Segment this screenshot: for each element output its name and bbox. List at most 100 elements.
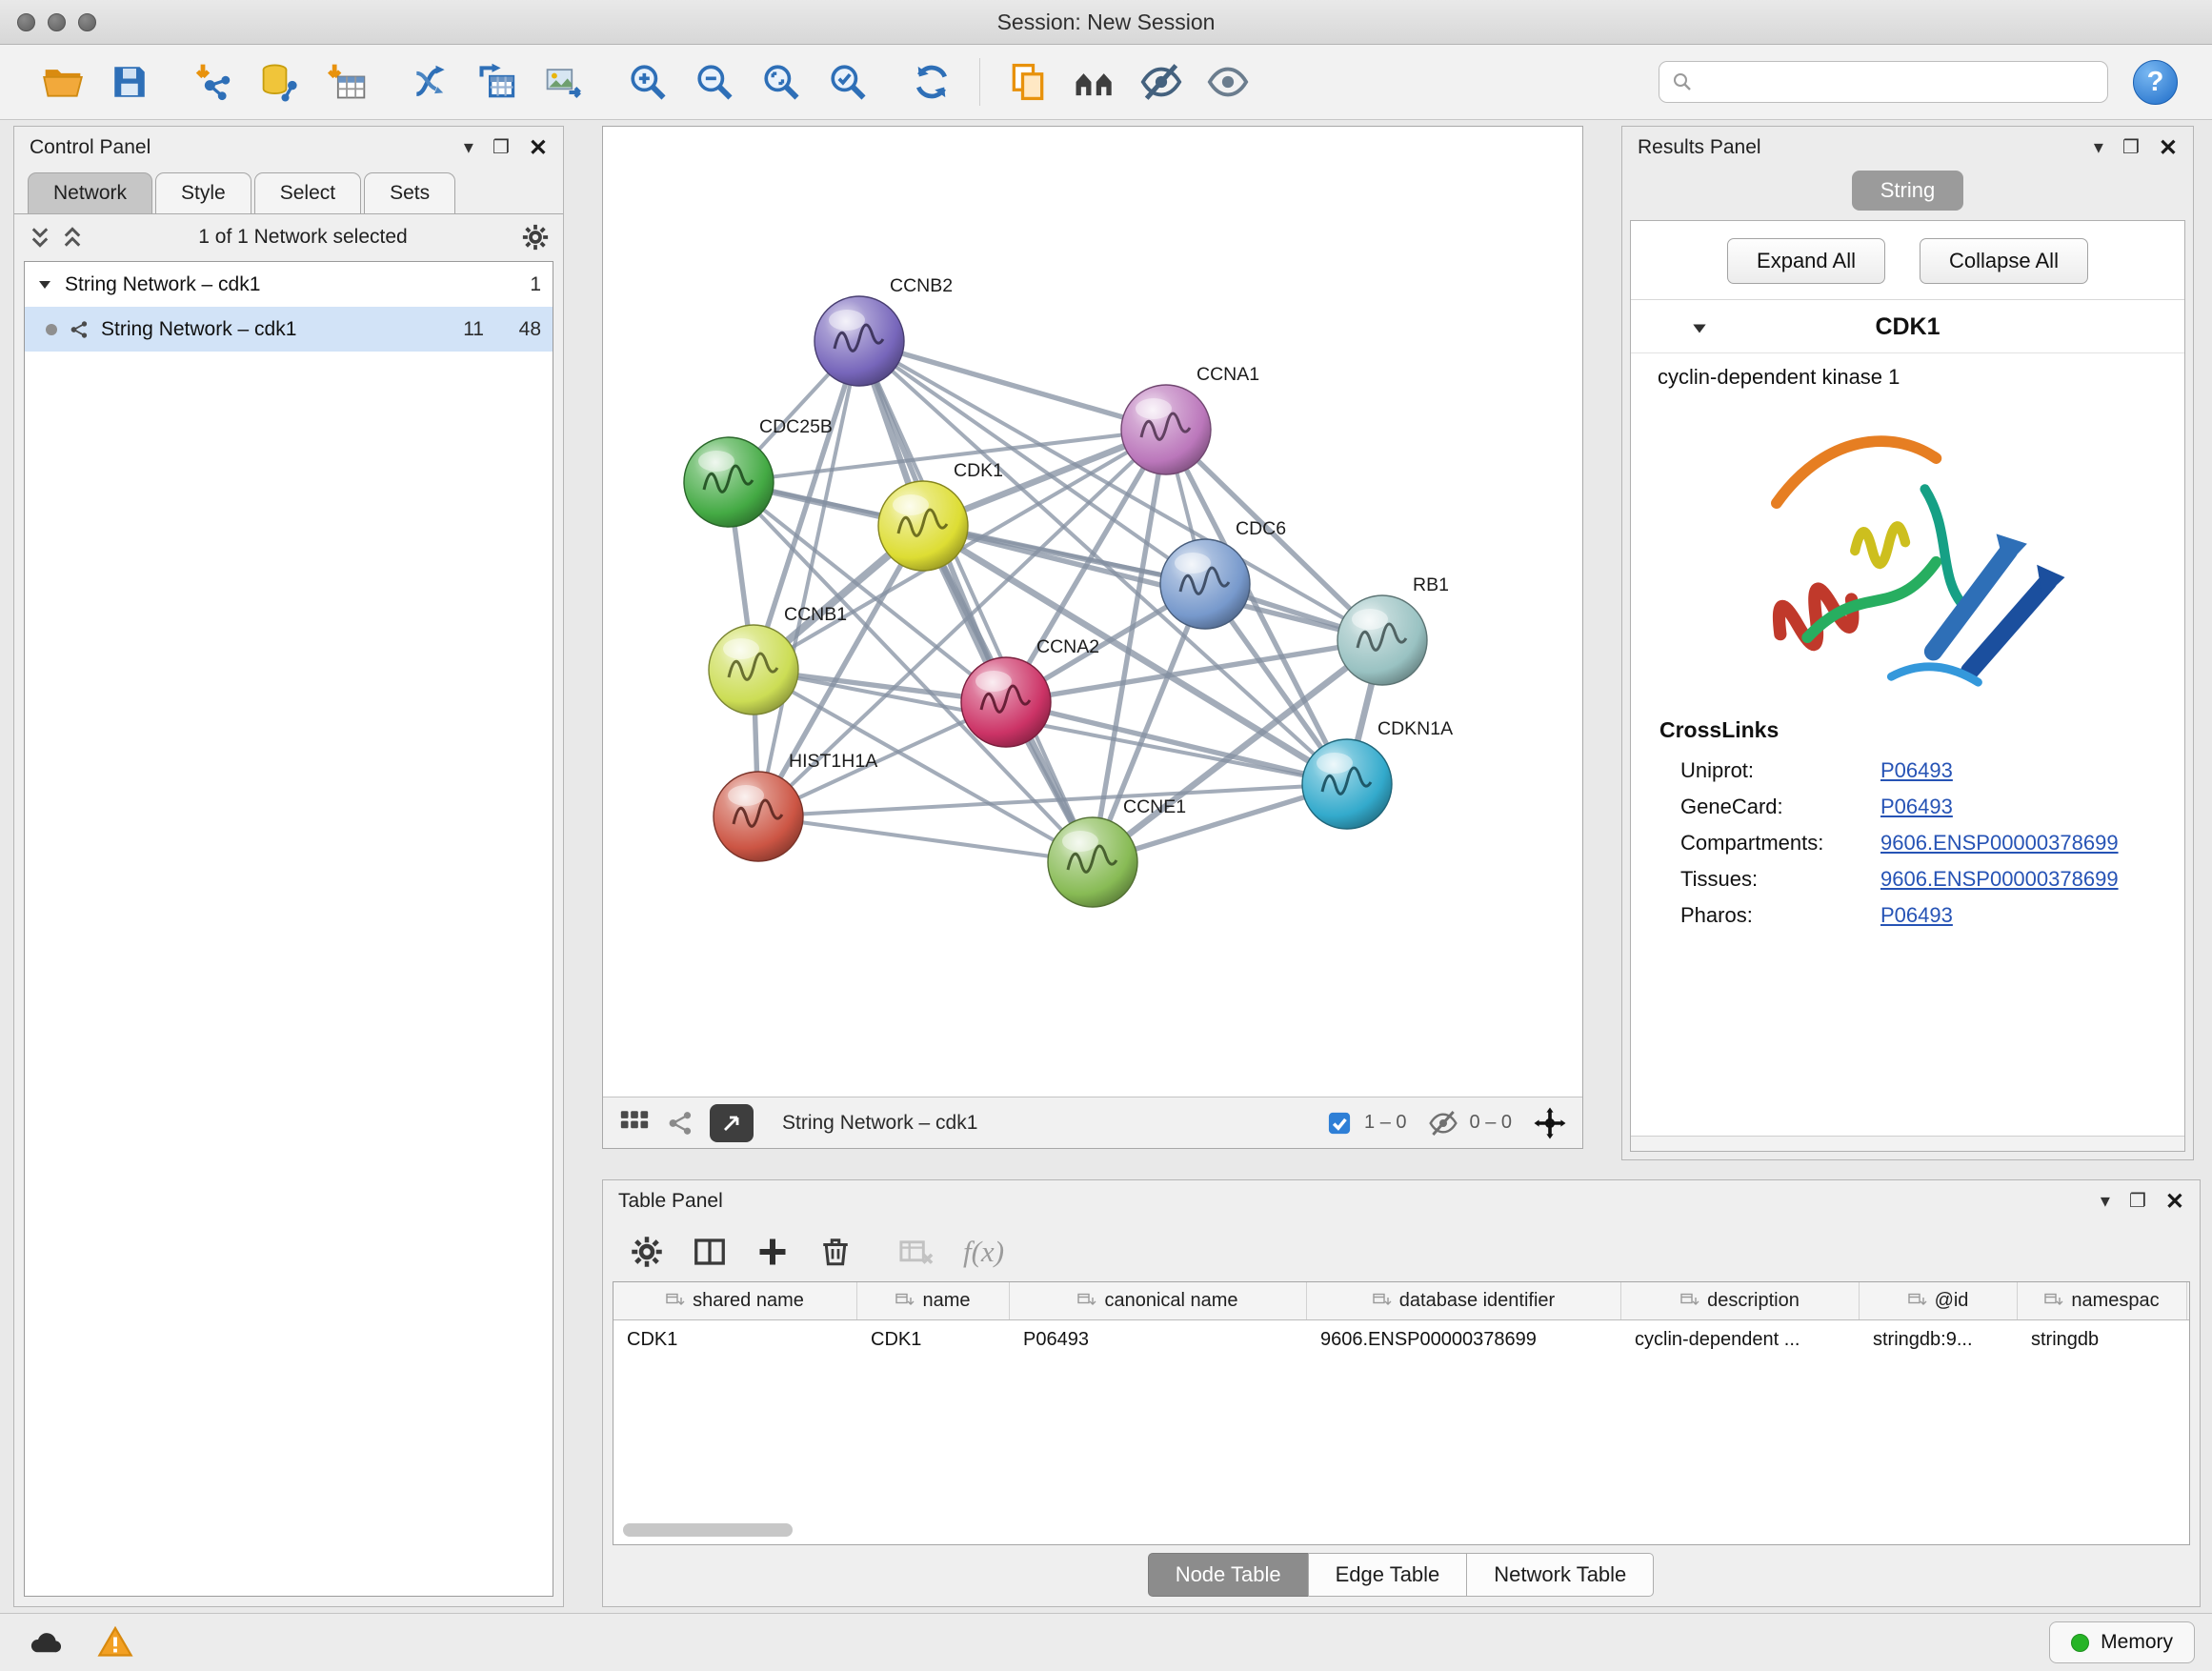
column-header-label: shared name <box>693 1290 804 1312</box>
network-edge[interactable] <box>758 341 859 816</box>
node-highlight <box>893 494 929 515</box>
crosslink-value-link[interactable]: 9606.ENSP00000378699 <box>1880 867 2119 892</box>
share-view-icon[interactable] <box>666 1109 694 1137</box>
results-float-icon[interactable]: ❐ <box>2122 138 2140 157</box>
node-count: 11 <box>438 318 484 341</box>
gene-section-header[interactable]: CDK1 <box>1631 300 2184 353</box>
network-row[interactable]: String Network – cdk1 11 48 <box>25 307 553 352</box>
tab-sets[interactable]: Sets <box>364 172 455 213</box>
table-menu-icon[interactable]: ▾ <box>2101 1192 2110 1211</box>
network-collection-row[interactable]: String Network – cdk1 1 <box>25 262 553 307</box>
network-edge[interactable] <box>859 341 1093 862</box>
column-sort-icon <box>2044 1293 2063 1309</box>
zoom-in-button[interactable] <box>621 55 674 109</box>
delete-column-icon[interactable] <box>818 1235 853 1269</box>
panel-float-icon[interactable]: ❐ <box>493 138 510 157</box>
network-arrows-icon <box>410 61 452 103</box>
first-neighbors-button[interactable] <box>1068 55 1121 109</box>
network-view-title: String Network – cdk1 <box>782 1112 977 1135</box>
refresh-view-button[interactable] <box>905 55 958 109</box>
expand-all-button[interactable]: Expand All <box>1727 238 1885 284</box>
table-close-icon[interactable]: ✕ <box>2165 1188 2184 1216</box>
tab-node-table[interactable]: Node Table <box>1148 1553 1309 1597</box>
crosslink-value-link[interactable]: P06493 <box>1880 758 1953 783</box>
clone-network-button[interactable] <box>471 55 524 109</box>
hidden-eye-slash-icon[interactable] <box>1428 1108 1458 1138</box>
column-header--id[interactable]: @id <box>1860 1282 2018 1319</box>
table-gear-icon[interactable] <box>630 1235 664 1269</box>
copy-document-button[interactable] <box>1001 55 1055 109</box>
import-network-file-button[interactable] <box>187 55 240 109</box>
results-menu-icon[interactable]: ▾ <box>2094 138 2103 157</box>
open-in-new-button[interactable] <box>710 1104 754 1142</box>
column-header-database-identifier[interactable]: database identifier <box>1307 1282 1621 1319</box>
export-image-button[interactable] <box>537 55 591 109</box>
node-label: CCNA1 <box>1196 364 1259 385</box>
crosslink-value-link[interactable]: P06493 <box>1880 795 1953 819</box>
node-label: CCNB2 <box>890 275 953 296</box>
function-builder-button[interactable]: f(x) <box>963 1235 1004 1269</box>
collapse-all-button[interactable]: Collapse All <box>1920 238 2088 284</box>
column-header-namespac[interactable]: namespac <box>2018 1282 2187 1319</box>
import-table-button[interactable] <box>320 55 373 109</box>
cloud-status-button[interactable] <box>17 1621 72 1663</box>
crosslink-label: Pharos: <box>1680 903 1880 928</box>
help-button[interactable]: ? <box>2133 60 2178 105</box>
grid-view-icon[interactable] <box>618 1107 651 1139</box>
import-network-database-button[interactable] <box>253 55 307 109</box>
network-edge[interactable] <box>923 526 1382 640</box>
warnings-button[interactable] <box>88 1621 143 1663</box>
hide-selected-button[interactable] <box>1135 55 1188 109</box>
open-session-button[interactable] <box>36 55 90 109</box>
zoom-fit-button[interactable] <box>754 55 808 109</box>
zoom-selected-button[interactable] <box>821 55 875 109</box>
column-header-shared-name[interactable]: shared name <box>613 1282 857 1319</box>
selected-checkbox-icon[interactable] <box>1326 1110 1353 1137</box>
column-header-description[interactable]: description <box>1621 1282 1860 1319</box>
save-session-button[interactable] <box>103 55 156 109</box>
tab-style[interactable]: Style <box>155 172 251 213</box>
zoom-out-icon <box>694 61 735 103</box>
network-edge[interactable] <box>758 816 1093 862</box>
tab-edge-table[interactable]: Edge Table <box>1308 1553 1468 1597</box>
expand-all-icon[interactable] <box>60 225 85 250</box>
close-window-button[interactable] <box>17 13 35 31</box>
gene-disclosure-icon[interactable] <box>1690 319 1709 338</box>
disclosure-triangle-icon[interactable] <box>36 276 53 293</box>
network-graph: CCNB2CCNA1CDC25BCDK1CDC6RB1CCNB1CCNA2CDK… <box>603 127 1582 1097</box>
panel-menu-icon[interactable]: ▾ <box>464 138 473 157</box>
show-columns-icon[interactable] <box>693 1235 727 1269</box>
crosslink-label: GeneCard: <box>1680 795 1880 819</box>
column-header-canonical-name[interactable]: canonical name <box>1010 1282 1307 1319</box>
gear-icon[interactable] <box>521 223 550 252</box>
table-float-icon[interactable]: ❐ <box>2129 1192 2146 1211</box>
maximize-window-button[interactable] <box>78 13 96 31</box>
tab-string[interactable]: String <box>1852 171 1963 211</box>
zoom-fit-icon <box>760 61 802 103</box>
results-scrollbar[interactable] <box>1631 1136 2184 1151</box>
tab-select[interactable]: Select <box>254 172 361 213</box>
crosslink-value-link[interactable]: 9606.ENSP00000378699 <box>1880 831 2119 856</box>
collapse-all-icon[interactable] <box>28 225 52 250</box>
network-canvas[interactable]: CCNB2CCNA1CDC25BCDK1CDC6RB1CCNB1CCNA2CDK… <box>603 127 1582 1097</box>
minimize-window-button[interactable] <box>48 13 66 31</box>
move-crosshair-icon[interactable] <box>1533 1106 1567 1140</box>
zoom-out-button[interactable] <box>688 55 741 109</box>
save-icon <box>110 62 150 102</box>
memory-button[interactable]: Memory <box>2049 1621 2195 1663</box>
results-close-icon[interactable]: ✕ <box>2159 134 2178 162</box>
panel-close-icon[interactable]: ✕ <box>529 134 548 162</box>
show-all-button[interactable] <box>1201 55 1255 109</box>
column-header-name[interactable]: name <box>857 1282 1010 1319</box>
table-cell: P06493 <box>1010 1320 1307 1359</box>
network-view: CCNB2CCNA1CDC25BCDK1CDC6RB1CCNB1CCNA2CDK… <box>602 126 1583 1149</box>
table-horizontal-scrollbar[interactable] <box>623 1523 793 1537</box>
table-toolbar: f(x) <box>603 1222 2200 1281</box>
search-input[interactable] <box>1703 70 2096 93</box>
new-network-button[interactable] <box>404 55 457 109</box>
crosslink-value-link[interactable]: P06493 <box>1880 903 1953 928</box>
tab-network[interactable]: Network <box>28 172 152 213</box>
tab-network-table[interactable]: Network Table <box>1466 1553 1654 1597</box>
add-column-icon[interactable] <box>755 1235 790 1269</box>
table-row[interactable]: CDK1CDK1P064939606.ENSP00000378699cyclin… <box>613 1320 2189 1359</box>
